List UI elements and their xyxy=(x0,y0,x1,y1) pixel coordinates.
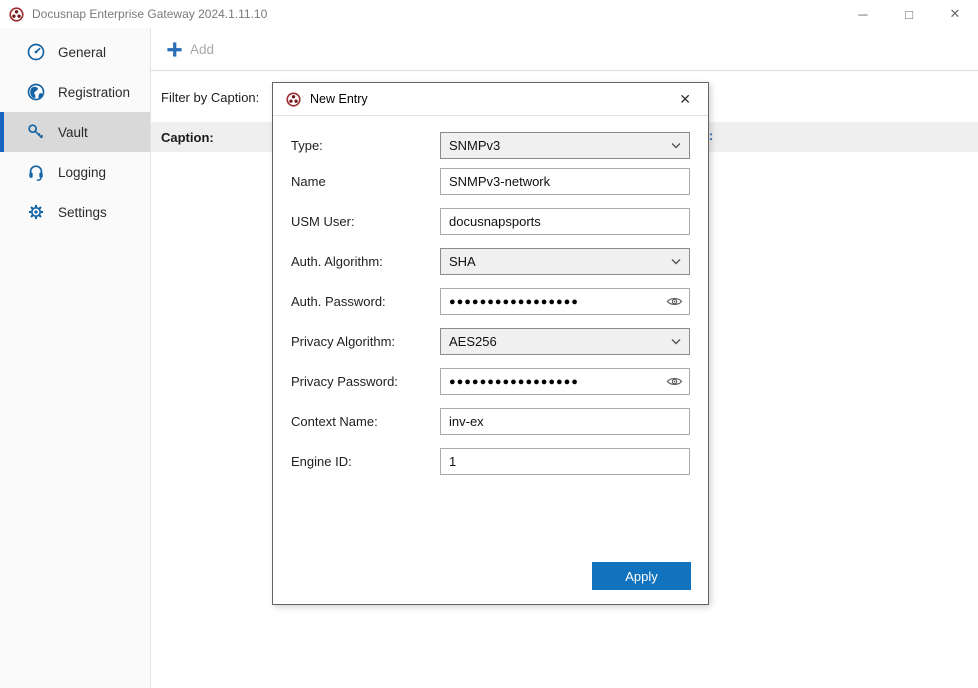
add-button[interactable]: Add xyxy=(160,38,220,61)
chevron-down-icon xyxy=(671,338,681,345)
key-icon xyxy=(26,122,46,142)
dialog-titlebar: New Entry ✕ xyxy=(273,83,708,116)
sidebar-item-vault[interactable]: Vault xyxy=(0,112,150,152)
form-row-usm-user: USM User: xyxy=(273,208,708,235)
name-input[interactable] xyxy=(440,168,690,195)
window-title: Docusnap Enterprise Gateway 2024.1.11.10 xyxy=(32,7,267,21)
sidebar-item-label: Registration xyxy=(58,85,130,100)
sidebar: General Registration Vault xyxy=(0,28,151,688)
usm-user-input[interactable] xyxy=(440,208,690,235)
plus-icon xyxy=(166,41,183,58)
maximize-button[interactable]: □ xyxy=(886,0,932,28)
chevron-down-icon xyxy=(671,258,681,265)
window-controls: ─ □ ✕ xyxy=(840,0,978,28)
eye-icon[interactable] xyxy=(666,375,683,388)
partially-hidden-column-header: : xyxy=(709,128,713,143)
type-select-value: SNMPv3 xyxy=(449,138,500,153)
docusnap-logo-icon xyxy=(286,92,301,107)
docusnap-logo-icon xyxy=(9,7,24,22)
apply-button[interactable]: Apply xyxy=(592,562,691,590)
new-entry-dialog: New Entry ✕ Type: SNMPv3 Name USM User: … xyxy=(272,82,709,605)
usm-user-label: USM User: xyxy=(291,208,355,235)
app-window: { "titlebar": { "app_title": "Docusnap E… xyxy=(0,0,978,688)
privacy-algorithm-label: Privacy Algorithm: xyxy=(291,328,395,355)
dialog-close-button[interactable]: ✕ xyxy=(675,89,695,110)
type-select[interactable]: SNMPv3 xyxy=(440,132,690,159)
auth-password-input[interactable] xyxy=(440,288,690,315)
form-row-privacy-algorithm: Privacy Algorithm: AES256 xyxy=(273,328,708,355)
toolbar: Add xyxy=(151,28,978,71)
filter-by-caption-label: Filter by Caption: xyxy=(161,90,259,105)
form-row-type: Type: SNMPv3 xyxy=(273,132,708,159)
globe-icon xyxy=(26,82,46,102)
engine-id-label: Engine ID: xyxy=(291,448,352,475)
sidebar-item-label: Logging xyxy=(58,165,106,180)
sidebar-item-logging[interactable]: Logging xyxy=(0,152,150,192)
eye-icon[interactable] xyxy=(666,295,683,308)
gauge-icon xyxy=(26,42,46,62)
auth-algorithm-select[interactable]: SHA xyxy=(440,248,690,275)
close-button[interactable]: ✕ xyxy=(932,0,978,28)
name-label: Name xyxy=(291,168,326,195)
headset-icon xyxy=(26,162,46,182)
auth-algorithm-label: Auth. Algorithm: xyxy=(291,248,383,275)
chevron-down-icon xyxy=(671,142,681,149)
sidebar-item-general[interactable]: General xyxy=(0,32,150,72)
context-name-input[interactable] xyxy=(440,408,690,435)
form-row-auth-algorithm: Auth. Algorithm: SHA xyxy=(273,248,708,275)
auth-password-label: Auth. Password: xyxy=(291,288,386,315)
privacy-password-input[interactable] xyxy=(440,368,690,395)
form-row-privacy-password: Privacy Password: xyxy=(273,368,708,395)
auth-algorithm-select-value: SHA xyxy=(449,254,476,269)
dialog-title: New Entry xyxy=(310,92,368,106)
sidebar-item-label: Settings xyxy=(58,205,107,220)
gear-icon xyxy=(26,202,46,222)
add-button-label: Add xyxy=(190,42,214,57)
privacy-algorithm-select-value: AES256 xyxy=(449,334,497,349)
form-row-name: Name xyxy=(273,168,708,195)
type-label: Type: xyxy=(291,132,323,159)
minimize-button[interactable]: ─ xyxy=(840,0,886,28)
titlebar: Docusnap Enterprise Gateway 2024.1.11.10… xyxy=(0,0,978,29)
context-name-label: Context Name: xyxy=(291,408,378,435)
sidebar-item-settings[interactable]: Settings xyxy=(0,192,150,232)
privacy-algorithm-select[interactable]: AES256 xyxy=(440,328,690,355)
caption-column-header: Caption: xyxy=(161,130,214,145)
form-row-auth-password: Auth. Password: xyxy=(273,288,708,315)
sidebar-item-label: Vault xyxy=(58,125,88,140)
form-row-engine-id: Engine ID: xyxy=(273,448,708,475)
engine-id-input[interactable] xyxy=(440,448,690,475)
privacy-password-label: Privacy Password: xyxy=(291,368,398,395)
sidebar-item-label: General xyxy=(58,45,106,60)
form-row-context-name: Context Name: xyxy=(273,408,708,435)
sidebar-item-registration[interactable]: Registration xyxy=(0,72,150,112)
